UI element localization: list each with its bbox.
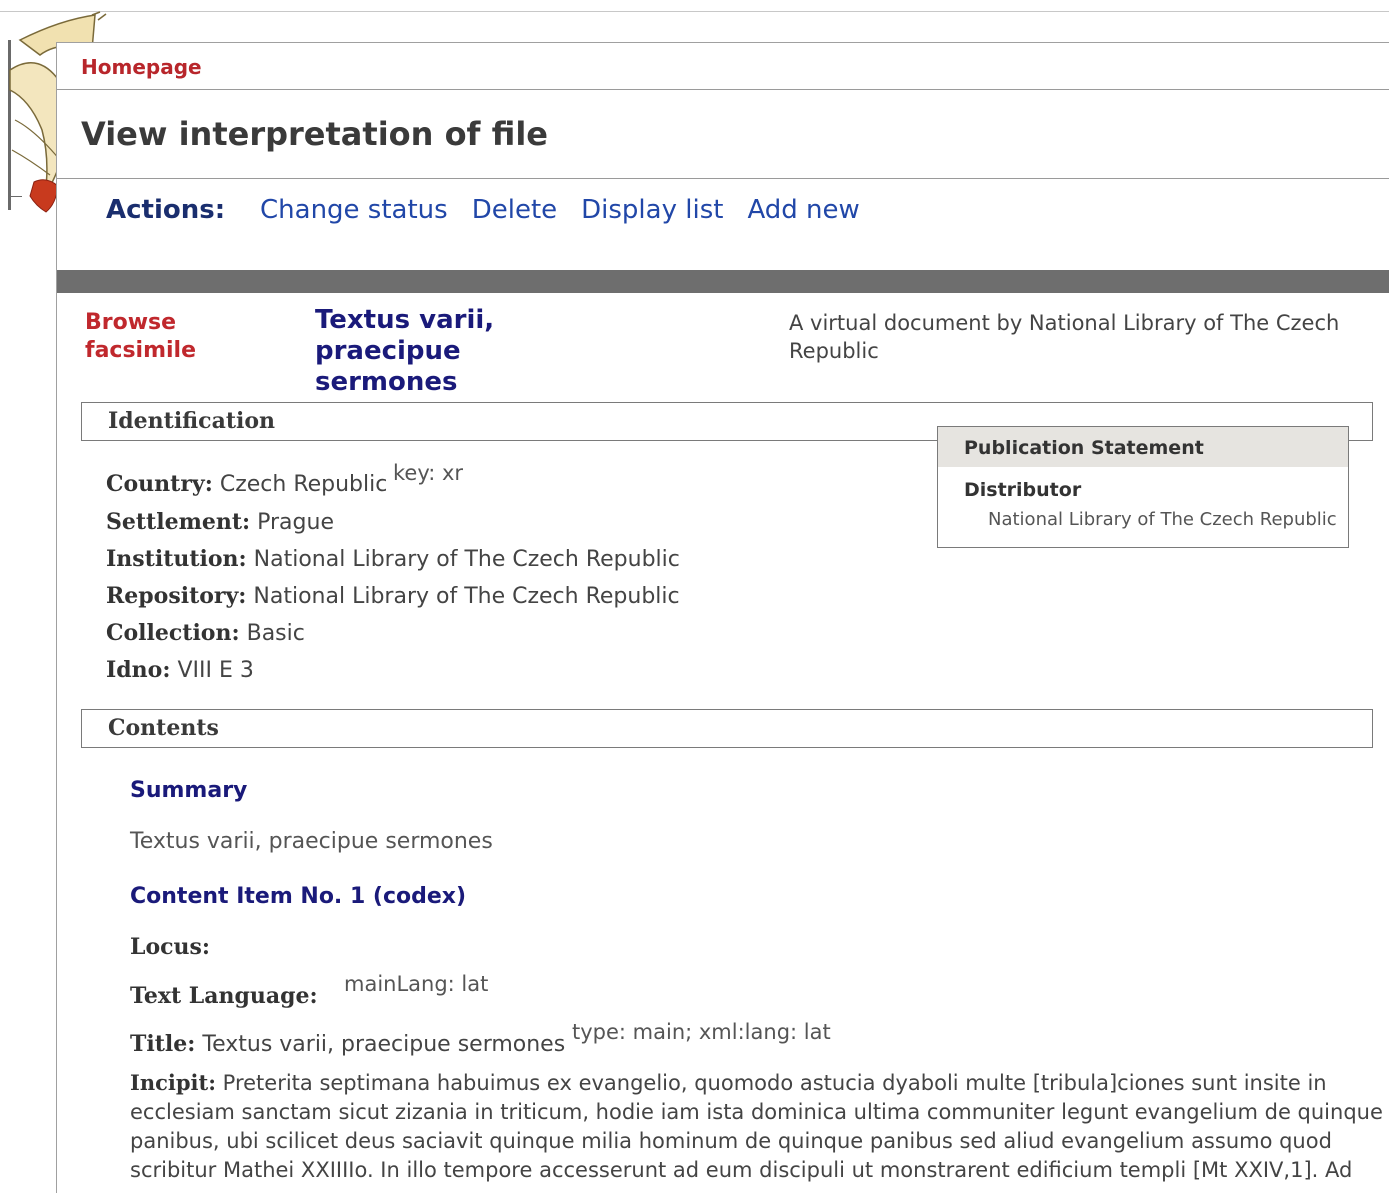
country-label: Country: (106, 471, 213, 497)
incipit-label: Incipit: (130, 1070, 216, 1095)
content-frame: Homepage View interpretation of file Act… (56, 42, 1389, 1193)
publication-statement-box: Publication Statement Distributor Nation… (937, 426, 1349, 548)
repository-label: Repository: (106, 583, 247, 609)
distributor-value: National Library of The Czech Republic (988, 509, 1337, 530)
institution-value: National Library of The Czech Republic (253, 547, 680, 572)
actions-bar: Change status Delete Display list Add ne… (260, 195, 860, 225)
settlement-field: Settlement: Prague (106, 509, 334, 535)
contents-header: Contents (81, 709, 1373, 748)
add-new-link[interactable]: Add new (747, 195, 859, 225)
contents-heading: Contents (108, 715, 219, 741)
document-title-line1: Textus varii, praecipue (315, 305, 495, 366)
browse-label-line2: facsimile (85, 338, 197, 363)
collection-field: Collection: Basic (106, 620, 305, 646)
settlement-value: Prague (257, 510, 334, 535)
repository-field: Repository: National Library of The Czec… (106, 583, 680, 609)
collection-value: Basic (246, 621, 305, 646)
identification-heading: Identification (108, 408, 276, 434)
publication-statement-heading: Publication Statement (964, 437, 1204, 459)
content-item-heading: Content Item No. 1 (codex) (130, 884, 467, 909)
institution-label: Institution: (106, 546, 247, 572)
delete-link[interactable]: Delete (472, 195, 557, 225)
repository-value: National Library of The Czech Republic (253, 584, 680, 609)
idno-value: VIII E 3 (177, 658, 254, 683)
locus-field: Locus: (130, 934, 210, 960)
country-field: Country: Czech Republic (106, 471, 387, 497)
title-field: Title: Textus varii, praecipue sermones (130, 1031, 565, 1057)
document-description-line2: Republic (789, 339, 879, 363)
incipit-field: Incipit: Preterita septimana habuimus ex… (130, 1068, 1389, 1185)
header-divider (57, 89, 1389, 90)
section-bar (57, 270, 1389, 293)
collection-label: Collection: (106, 620, 240, 646)
country-value: Czech Republic (219, 472, 388, 497)
title-note: type: main; xml:lang: lat (572, 1020, 831, 1044)
summary-text: Textus varii, praecipue sermones (130, 829, 493, 854)
distributor-label: Distributor (964, 479, 1082, 501)
idno-field: Idno: VIII E 3 (106, 657, 254, 683)
country-note: key: xr (393, 461, 464, 485)
document-description-line1: A virtual document by National Library o… (789, 311, 1340, 335)
homepage-link[interactable]: Homepage (81, 55, 202, 79)
page-title: View interpretation of file (81, 115, 548, 153)
publication-statement-header: Publication Statement (938, 427, 1348, 467)
document-title-line2: sermones (315, 367, 458, 397)
title-divider (57, 178, 1389, 179)
document-title: Textus varii, praecipue sermones (315, 305, 645, 398)
summary-heading: Summary (130, 778, 248, 803)
document-description: A virtual document by National Library o… (789, 309, 1349, 365)
idno-label: Idno: (106, 657, 171, 683)
text-language-label: Text Language: (130, 983, 318, 1009)
browse-facsimile-link[interactable]: Browse facsimile (85, 309, 205, 365)
institution-field: Institution: National Library of The Cze… (106, 546, 680, 572)
text-language-note: mainLang: lat (344, 972, 489, 996)
top-divider (0, 11, 1389, 12)
actions-label: Actions: (106, 195, 226, 225)
incipit-text: Preterita septimana habuimus ex evangeli… (130, 1071, 1383, 1182)
text-language-field: Text Language: (130, 983, 318, 1009)
locus-label: Locus: (130, 934, 211, 960)
change-status-link[interactable]: Change status (260, 195, 448, 225)
title-label: Title: (130, 1031, 196, 1057)
display-list-link[interactable]: Display list (581, 195, 723, 225)
settlement-label: Settlement: (106, 509, 251, 535)
title-value: Textus varii, praecipue sermones (202, 1032, 566, 1057)
browse-label-line1: Browse (85, 310, 177, 335)
